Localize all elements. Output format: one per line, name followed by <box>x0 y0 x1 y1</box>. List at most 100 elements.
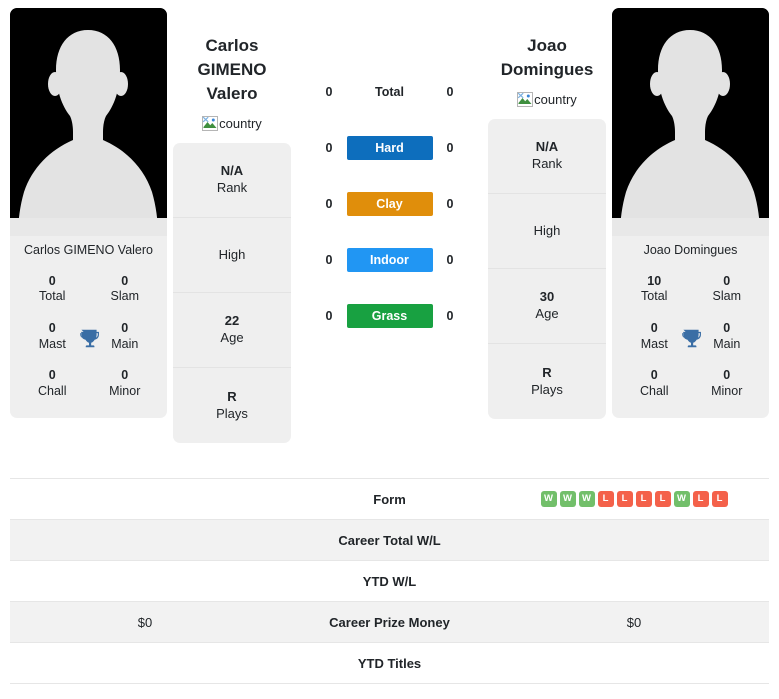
left-stat-rank-value: N/A <box>220 163 244 179</box>
right-player-card[interactable]: Joao Domingues 10 Total 0 Slam 0 Mast 0 … <box>612 8 769 418</box>
career-stats-table: Form WWWLLLLWLL Career Total W/L YTD W/L… <box>10 478 769 684</box>
right-title-total-label: Total <box>641 289 668 304</box>
h2h-indoor-right: 0 <box>446 253 454 267</box>
left-title-chall-value: 0 <box>48 368 56 383</box>
right-title-mast-label: Mast <box>640 336 668 351</box>
right-title-total-value: 10 <box>647 273 662 288</box>
career-total-wl-left <box>10 519 280 561</box>
h2h-clay-right: 0 <box>446 197 454 211</box>
table-row-career-prize-money: $0 Career Prize Money $0 <box>10 601 769 643</box>
left-title-main-label: Main <box>111 336 139 351</box>
h2h-indoor-mid: Indoor <box>346 248 433 272</box>
table-row-career-total-wl: Career Total W/L <box>10 519 769 561</box>
surface-badge-hard[interactable]: Hard <box>346 136 433 160</box>
h2h-grass-left: 0 <box>325 309 333 323</box>
h2h-grass-right: 0 <box>446 309 454 323</box>
right-player-name-line2: Domingues <box>500 60 594 80</box>
left-player-name-line2: Valero <box>206 84 258 104</box>
left-title-total: 0 Total <box>16 268 89 315</box>
h2h-hard-right: 0 <box>446 141 454 155</box>
left-title-slam-label: Slam <box>110 289 139 304</box>
ytd-wl-label: YTD W/L <box>280 560 499 602</box>
ytd-titles-left <box>10 642 280 684</box>
left-stat-plays-label: Plays <box>216 405 248 421</box>
broken-image-icon <box>517 92 534 108</box>
right-stat-rank-value: N/A <box>535 139 559 155</box>
right-player-info: Joao Domingues country N/A Rank High 30 … <box>488 8 606 420</box>
career-total-wl-right <box>499 519 769 561</box>
right-stat-plays-value: R <box>542 364 552 380</box>
ytd-wl-left <box>10 560 280 602</box>
left-stat-plays-value: R <box>227 388 237 404</box>
left-stat-high-label: High <box>218 246 246 262</box>
right-title-chall-label: Chall <box>640 383 669 398</box>
h2h-total-label: Total <box>375 85 404 99</box>
left-stat-rank-label: Rank <box>216 180 248 196</box>
left-player-card[interactable]: Carlos GIMENO Valero 0 Total 0 Slam 0 Ma… <box>10 8 167 418</box>
h2h-row-hard: 0 Hard 0 <box>312 120 467 176</box>
left-title-slam: 0 Slam <box>89 268 162 315</box>
left-title-main: 0 Main <box>89 315 162 362</box>
left-player-name-line1: Carlos GIMENO <box>197 36 267 80</box>
right-player-name-line1: Joao <box>527 36 567 55</box>
left-title-minor: 0 Minor <box>89 362 162 409</box>
surface-badge-indoor[interactable]: Indoor <box>346 248 433 272</box>
form-label: Form <box>280 478 499 520</box>
left-stat-high: High <box>173 218 291 294</box>
h2h-total-right: 0 <box>446 85 454 99</box>
player-comparison-page: Carlos GIMENO Valero 0 Total 0 Slam 0 Ma… <box>0 0 779 699</box>
h2h-clay-left: 0 <box>325 197 333 211</box>
left-title-total-label: Total <box>39 289 66 304</box>
h2h-clay-mid: Clay <box>346 192 433 216</box>
left-title-total-value: 0 <box>48 273 56 288</box>
player-silhouette-icon <box>612 8 769 236</box>
comparison-section: Carlos GIMENO Valero 0 Total 0 Slam 0 Ma… <box>0 0 779 478</box>
left-title-mast-value: 0 <box>48 321 56 335</box>
form-badge-loss: L <box>692 491 709 507</box>
head-to-head-surfaces: 0 Total 0 0 Hard 0 0 Clay 0 0 Indoor 0 0… <box>297 8 482 344</box>
form-badge-loss: L <box>616 491 633 507</box>
right-player-card-name: Joao Domingues <box>643 243 738 257</box>
left-title-chall-label: Chall <box>38 383 67 398</box>
ytd-wl-right <box>499 560 769 602</box>
right-title-slam: 0 Slam <box>691 268 764 315</box>
left-stat-age: 22 Age <box>173 293 291 369</box>
left-player-card-name: Carlos GIMENO Valero <box>24 243 153 257</box>
career-prize-money-label: Career Prize Money <box>280 601 499 643</box>
right-title-slam-label: Slam <box>712 289 741 304</box>
left-title-minor-value: 0 <box>121 368 129 383</box>
h2h-row-indoor: 0 Indoor 0 <box>312 232 467 288</box>
left-player-photo <box>10 8 167 236</box>
right-player-name: Joao Domingues <box>501 34 594 82</box>
right-title-chall-value: 0 <box>650 368 658 383</box>
form-left-value <box>10 478 280 520</box>
form-badge-win: W <box>673 491 690 507</box>
left-player-name: Carlos GIMENO Valero <box>173 34 291 106</box>
surface-badge-clay[interactable]: Clay <box>346 192 433 216</box>
h2h-row-total: 0 Total 0 <box>312 64 467 120</box>
right-stat-rank: N/A Rank <box>488 119 606 195</box>
right-title-main: 0 Main <box>691 315 764 362</box>
left-title-main-value: 0 <box>121 321 129 335</box>
form-badge-loss: L <box>711 491 728 507</box>
left-title-minor-label: Minor <box>109 383 141 398</box>
right-country-flag: country <box>517 92 577 108</box>
table-row-form: Form WWWLLLLWLL <box>10 478 769 520</box>
h2h-grass-mid: Grass <box>346 304 433 328</box>
form-badge-loss: L <box>635 491 652 507</box>
table-row-ytd-wl: YTD W/L <box>10 560 769 602</box>
left-title-slam-value: 0 <box>121 273 129 288</box>
right-title-minor-label: Minor <box>711 383 743 398</box>
broken-image-icon <box>202 116 219 132</box>
right-title-main-value: 0 <box>723 321 731 335</box>
right-stat-age: 30 Age <box>488 269 606 345</box>
left-stat-age-value: 22 <box>224 313 240 329</box>
player-silhouette-icon <box>10 8 167 236</box>
left-titles-grid: 0 Total 0 Slam 0 Mast 0 Main 0 Chall 0 M… <box>10 268 167 412</box>
surface-badge-grass[interactable]: Grass <box>346 304 433 328</box>
career-prize-money-left: $0 <box>10 601 280 643</box>
right-title-mast-value: 0 <box>650 321 658 335</box>
right-title-minor: 0 Minor <box>691 362 764 409</box>
right-stat-age-value: 30 <box>539 289 555 305</box>
left-title-mast: 0 Mast <box>16 315 89 362</box>
